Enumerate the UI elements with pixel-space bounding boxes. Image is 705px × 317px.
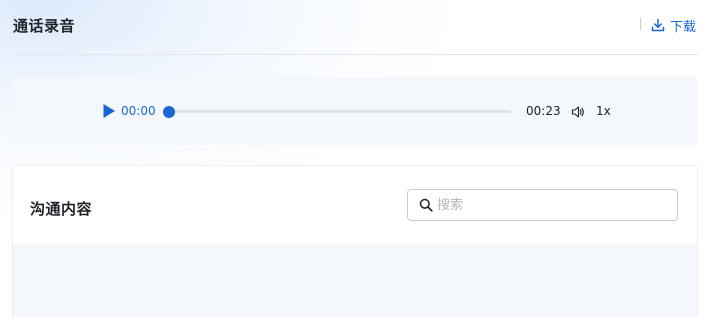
play-icon xyxy=(103,104,115,118)
search-input[interactable] xyxy=(437,191,657,219)
total-time: 00:23 xyxy=(526,104,561,118)
header: 通话录音 下载 xyxy=(0,0,705,54)
download-label: 下载 xyxy=(670,19,697,35)
download-icon xyxy=(651,18,665,32)
audio-player: 00:00 00:23 1x xyxy=(13,77,698,145)
progress-thumb[interactable] xyxy=(163,106,175,118)
communication-content-panel: 沟通内容 xyxy=(12,165,698,317)
play-button[interactable] xyxy=(102,103,116,119)
header-separator xyxy=(640,18,641,30)
page-title: 通话录音 xyxy=(13,17,76,35)
current-time: 00:00 xyxy=(121,104,156,118)
progress-track[interactable] xyxy=(169,110,511,113)
volume-icon xyxy=(571,106,584,118)
search-icon xyxy=(419,198,433,212)
header-divider xyxy=(13,54,698,55)
download-button[interactable]: 下载 xyxy=(651,16,697,35)
search-box[interactable] xyxy=(407,189,678,221)
playback-speed[interactable]: 1x xyxy=(596,104,611,118)
transcript-area xyxy=(13,244,697,317)
section-title: 沟通内容 xyxy=(30,200,93,218)
volume-button[interactable] xyxy=(571,104,585,118)
